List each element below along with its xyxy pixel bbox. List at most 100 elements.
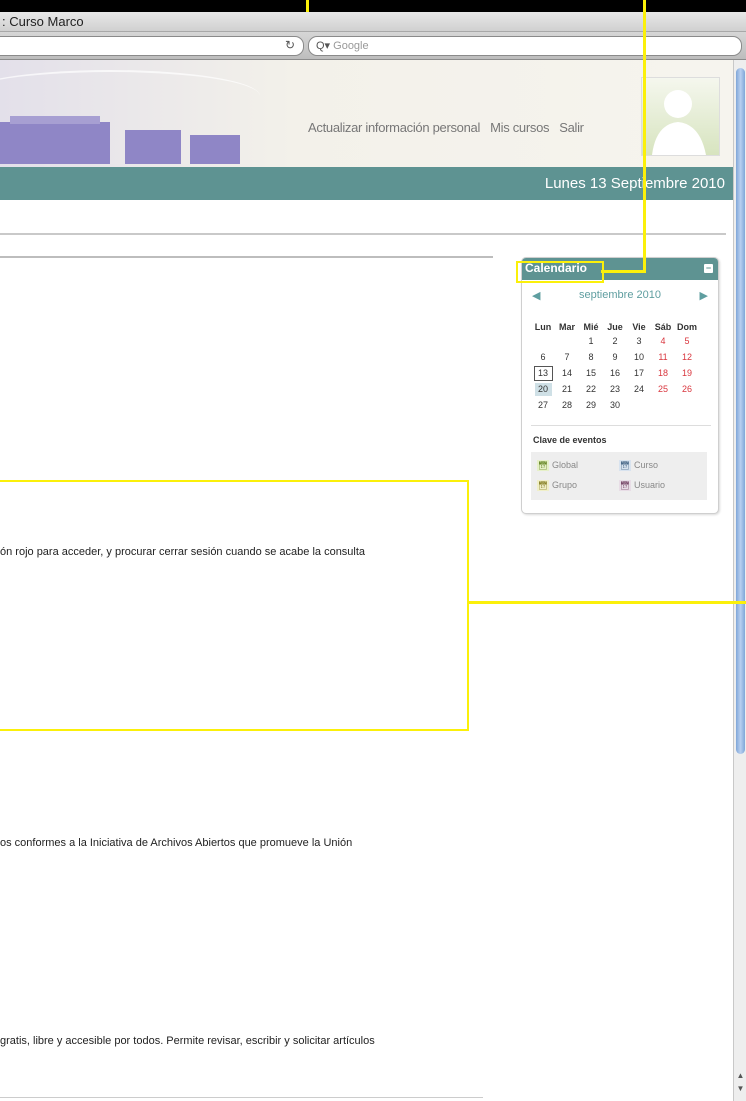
scrollbar-thumb[interactable] (736, 68, 745, 754)
day-number: 22 (585, 384, 596, 394)
day-number: 27 (537, 400, 548, 410)
day-number: 19 (681, 368, 692, 378)
calendar-day[interactable]: 23 (603, 381, 627, 397)
calendar-day[interactable]: 22 (579, 381, 603, 397)
window-top-bar (0, 0, 746, 12)
calendar-day[interactable]: 16 (603, 365, 627, 381)
logout-link[interactable]: Salir (559, 120, 584, 135)
day-number: 7 (564, 352, 570, 362)
header-swoosh (0, 70, 260, 122)
next-month-icon[interactable]: ▶ (700, 289, 708, 302)
day-number: 6 (540, 352, 546, 362)
calendar-block: Calendario − ◀ septiembre 2010 ▶ Lun Mar M… (521, 257, 719, 514)
month-nav: ◀ septiembre 2010 ▶ (522, 289, 718, 303)
calendar-day[interactable]: 8 (579, 349, 603, 365)
calendar-day[interactable]: 7 (555, 349, 579, 365)
key-label: Global (552, 460, 579, 470)
global-event-icon: 📅︎ (537, 460, 549, 471)
key-label: Grupo (552, 480, 578, 490)
calendar-grid: Lun Mar Mié Jue Vie Sáb Dom 1 2 3 4 5 6 7 8 9 10 11 12 13 1… (531, 320, 699, 413)
day-number: 1 (588, 336, 594, 346)
scroll-down-icon[interactable]: ▼ (734, 1084, 746, 1093)
window-title: : Curso Marco (2, 14, 84, 29)
annotation-box-title (516, 261, 604, 283)
calendar-week: 1 2 3 4 5 (531, 333, 699, 349)
calendar-day[interactable]: 6 (531, 349, 555, 365)
calendar-day[interactable]: 12 (675, 349, 699, 365)
calendar-day[interactable]: 11 (651, 349, 675, 365)
key-global[interactable]: 📅︎ Global (537, 460, 578, 471)
calendar-day[interactable]: 14 (555, 365, 579, 381)
user-links: Actualizar información personal Mis curso… (308, 120, 594, 135)
calendar-day[interactable]: 13 (531, 365, 555, 381)
calendar-day[interactable]: 5 (675, 333, 699, 349)
calendar-day[interactable]: 24 (627, 381, 651, 397)
weekday-header: Jue (607, 321, 623, 332)
calendar-empty-cell (555, 333, 579, 349)
day-number: 8 (588, 352, 594, 362)
collapse-icon[interactable]: − (704, 264, 713, 273)
calendar-week: 20 21 22 23 24 25 26 (531, 381, 699, 397)
calendar-day[interactable]: 15 (579, 365, 603, 381)
day-number: 13 (533, 365, 553, 381)
group-event-icon: 📅︎ (537, 480, 549, 491)
weekday-header: Mié (583, 321, 599, 332)
day-number: 25 (657, 384, 668, 394)
day-number: 17 (633, 368, 644, 378)
key-label: Curso (634, 460, 659, 470)
calendar-day[interactable]: 1 (579, 333, 603, 349)
calendar-day[interactable]: 26 (675, 381, 699, 397)
calendar-day[interactable]: 4 (651, 333, 675, 349)
day-number: 2 (612, 336, 618, 346)
annotation-line (601, 270, 646, 273)
calendar-day[interactable]: 10 (627, 349, 651, 365)
calendar-day[interactable]: 19 (675, 365, 699, 381)
day-number: 28 (561, 400, 572, 410)
calendar-day[interactable]: 9 (603, 349, 627, 365)
scrollbar[interactable]: ▲ ▼ (733, 60, 746, 1101)
calendar-day[interactable]: 25 (651, 381, 675, 397)
content-text: gratis, libre y accesible por todos. Per… (0, 1035, 375, 1047)
calendar-day[interactable]: 21 (555, 381, 579, 397)
calendar-week: 27 28 29 30 (531, 397, 699, 413)
day-number: 11 (658, 352, 668, 362)
weekday-header: Dom (677, 321, 697, 332)
day-number: 14 (561, 368, 572, 378)
weekday-header: Mar (558, 321, 575, 332)
calendar-day[interactable]: 3 (627, 333, 651, 349)
weekday-header: Sáb (654, 321, 672, 332)
calendar-day[interactable]: 29 (579, 397, 603, 413)
day-number: 21 (561, 384, 572, 394)
divider (531, 425, 711, 426)
key-user[interactable]: 📅︎ Usuario (619, 480, 665, 491)
calendar-day[interactable]: 30 (603, 397, 627, 413)
day-number: 23 (609, 384, 620, 394)
key-group[interactable]: 📅︎ Grupo (537, 480, 577, 491)
annotation-line (467, 601, 746, 604)
reload-icon[interactable]: ↻ (285, 38, 295, 52)
address-bar[interactable]: ↻ (0, 36, 304, 56)
calendar-day[interactable]: 17 (627, 365, 651, 381)
day-number: 9 (612, 352, 618, 362)
key-course[interactable]: 📅︎ Curso (619, 460, 658, 471)
magnifier-icon: Q▾ (316, 40, 331, 52)
search-field[interactable]: Q▾ Google (308, 36, 742, 56)
calendar-day[interactable]: 2 (603, 333, 627, 349)
scroll-up-icon[interactable]: ▲ (734, 1071, 746, 1080)
day-number: 29 (585, 400, 596, 410)
user-event-icon: 📅︎ (619, 480, 631, 491)
calendar-day[interactable]: 20 (531, 381, 555, 397)
month-label[interactable]: septiembre 2010 (522, 289, 718, 301)
my-courses-link[interactable]: Mis cursos (490, 120, 549, 135)
calendar-empty-cell (651, 397, 675, 413)
divider (0, 256, 493, 258)
calendar-day[interactable]: 28 (555, 397, 579, 413)
update-profile-link[interactable]: Actualizar información personal (308, 120, 480, 135)
browser-toolbar: ↻ Q▾ Google (0, 32, 746, 60)
calendar-day[interactable]: 18 (651, 365, 675, 381)
day-number: 24 (633, 384, 644, 394)
day-number: 5 (684, 336, 690, 346)
event-key: 📅︎ Global 📅︎ Curso 📅︎ Grupo 📅︎ Usuario (531, 452, 707, 500)
divider (0, 233, 726, 235)
calendar-day[interactable]: 27 (531, 397, 555, 413)
